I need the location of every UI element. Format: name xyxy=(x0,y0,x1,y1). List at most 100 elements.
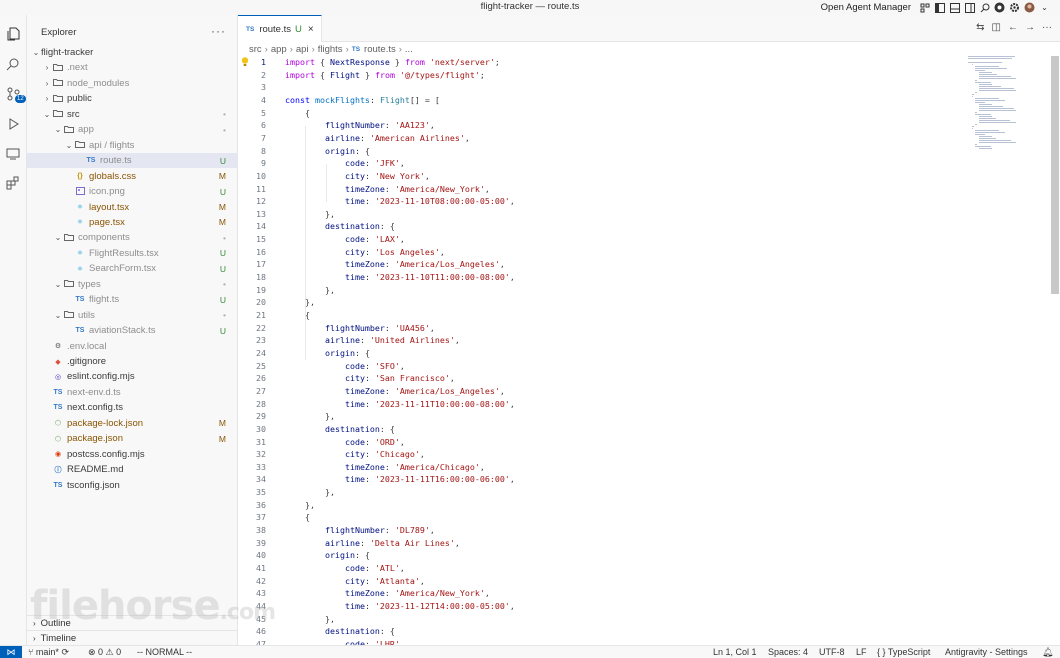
indentation[interactable]: Spaces: 4 xyxy=(768,647,808,657)
branch-indicator[interactable]: ⑂ main* ⟳ xyxy=(28,647,69,658)
gear-icon[interactable] xyxy=(1009,2,1020,13)
folder-item[interactable]: › .next xyxy=(27,60,238,75)
chevron-down-icon: ⌄ xyxy=(65,140,73,150)
breadcrumb-item[interactable]: src xyxy=(249,44,262,55)
file-item[interactable]: {} globals.css M xyxy=(27,169,238,184)
tree-item-label: node_modules xyxy=(67,77,130,89)
chevron-down-icon[interactable]: ⌄ xyxy=(1039,2,1050,13)
breadcrumb-item[interactable]: ... xyxy=(405,44,413,55)
lightbulb-icon[interactable] xyxy=(241,57,249,67)
file-type-icon: TS xyxy=(53,388,63,396)
tree-item-label: package.json xyxy=(67,433,123,445)
source-control-icon[interactable]: 12 xyxy=(5,86,26,103)
file-type-icon: ⓘ xyxy=(54,466,62,474)
arrow-right-icon[interactable]: → xyxy=(1025,22,1035,33)
line-number: 18 xyxy=(256,272,266,283)
file-item[interactable]: ⚛ FlightResults.tsx U xyxy=(27,246,238,261)
breadcrumb-item[interactable]: api xyxy=(296,44,309,55)
folder-item[interactable]: › node_modules xyxy=(27,76,238,91)
folder-item[interactable]: ⌄ src • xyxy=(27,107,238,122)
run-debug-icon[interactable] xyxy=(5,116,21,132)
file-item[interactable]: ◆ .gitignore xyxy=(27,354,238,369)
tree-item-label: types xyxy=(78,278,101,290)
file-item[interactable]: TS aviationStack.ts U xyxy=(27,323,238,338)
vertical-scrollbar[interactable] xyxy=(1050,56,1060,645)
folder-item[interactable]: ⌄ types • xyxy=(27,277,238,292)
folder-item[interactable]: ⌄ api / flights xyxy=(27,138,238,153)
tab-route-ts[interactable]: TS route.ts U × xyxy=(238,15,322,42)
avatar[interactable] xyxy=(1024,2,1035,13)
file-item[interactable]: ⬡ package-lock.json M xyxy=(27,416,238,431)
line-number: 32 xyxy=(256,449,266,460)
remote-explorer-icon[interactable] xyxy=(5,146,21,162)
folder-item[interactable]: ⌄ utils • xyxy=(27,308,238,323)
minimap[interactable] xyxy=(968,56,1048,176)
cursor-position[interactable]: Ln 1, Col 1 xyxy=(713,647,757,657)
minimap-line xyxy=(975,68,1008,69)
minimap-line xyxy=(975,92,978,93)
scrollbar-thumb[interactable] xyxy=(1051,56,1059,294)
file-type-icon: TS xyxy=(75,296,85,304)
customize-layout-icon[interactable] xyxy=(919,2,930,13)
toggle-secondary-sidebar-icon[interactable] xyxy=(964,2,975,13)
folder-item[interactable]: ⌄ flight-tracker xyxy=(27,45,238,60)
breadcrumb-item[interactable]: route.ts xyxy=(364,44,396,55)
problems-indicator[interactable]: ⊗ 0 ⚠ 0 xyxy=(88,647,121,658)
line-number: 35 xyxy=(256,487,266,498)
language-mode[interactable]: { } TypeScript xyxy=(877,647,930,657)
more-actions-icon[interactable]: ··· xyxy=(211,24,226,38)
open-agent-manager-button[interactable]: Open Agent Manager xyxy=(821,2,911,13)
more-actions-icon[interactable]: ··· xyxy=(1042,22,1052,33)
toggle-primary-sidebar-icon[interactable] xyxy=(934,2,945,13)
file-item[interactable]: ⚛ SearchForm.tsx U xyxy=(27,261,238,276)
file-item[interactable]: ⚛ page.tsx M xyxy=(27,215,238,230)
line-number: 28 xyxy=(256,398,266,409)
encoding[interactable]: UTF-8 xyxy=(819,647,845,657)
line-number: 6 xyxy=(261,120,266,131)
close-icon[interactable]: × xyxy=(308,24,314,35)
search-icon[interactable] xyxy=(5,56,21,72)
search-icon[interactable] xyxy=(979,2,990,13)
breadcrumb-item[interactable]: app xyxy=(271,44,287,55)
minimap-line xyxy=(971,96,973,97)
arrow-left-icon[interactable]: ← xyxy=(1008,22,1018,33)
file-item[interactable]: ⚙ .env.local xyxy=(27,339,238,354)
file-item[interactable]: TS route.ts U xyxy=(27,153,238,169)
toggle-panel-icon[interactable] xyxy=(949,2,960,13)
code-line: code: 'SFO', xyxy=(344,360,405,371)
file-item[interactable]: TS next.config.ts xyxy=(27,400,238,415)
file-item[interactable]: ⓘ README.md xyxy=(27,462,238,477)
code-line: const mockFlights: Flight[] = [ xyxy=(285,94,440,105)
timeline-section[interactable]: › Timeline xyxy=(27,630,238,645)
file-item[interactable]: TS next-env.d.ts xyxy=(27,385,238,400)
folder-item[interactable]: ⌄ components • xyxy=(27,230,238,245)
tree-item-label: next.config.ts xyxy=(67,402,123,414)
file-item[interactable]: TS tsconfig.json xyxy=(27,478,238,493)
code-line: timeZone: 'America/New_York', xyxy=(344,588,490,599)
split-editor-icon[interactable]: ◫ xyxy=(992,22,1001,33)
chevron-down-icon: ⌄ xyxy=(54,310,62,320)
file-item[interactable]: ⬡ package.json M xyxy=(27,431,238,446)
breadcrumb-item[interactable]: flights xyxy=(318,44,343,55)
tree-item-label: page.tsx xyxy=(89,216,125,228)
sync-icon[interactable] xyxy=(994,2,1005,13)
file-item[interactable]: ⚛ layout.tsx M xyxy=(27,200,238,215)
file-item[interactable]: ◎ eslint.config.mjs xyxy=(27,369,238,384)
minimap-line xyxy=(978,120,1010,121)
code-line: airline: 'United Airlines', xyxy=(324,335,460,346)
explorer-icon[interactable] xyxy=(5,26,21,42)
settings-indicator[interactable]: Antigravity - Settings xyxy=(945,647,1028,657)
remote-indicator-icon[interactable]: ⋈ xyxy=(0,646,22,658)
file-type-icon: ◉ xyxy=(54,451,62,459)
folder-item[interactable]: › public xyxy=(27,91,238,106)
tree-item-label: .gitignore xyxy=(67,356,107,367)
folder-item[interactable]: ⌄ app • xyxy=(27,122,238,137)
file-item[interactable]: ◉ postcss.config.mjs xyxy=(27,447,238,462)
end-of-line[interactable]: LF xyxy=(856,647,867,657)
file-item[interactable]: icon.png U xyxy=(27,184,238,199)
notifications-icon[interactable]: 🔔︎ xyxy=(1042,647,1053,658)
extensions-icon[interactable] xyxy=(5,175,21,191)
compare-icon[interactable]: ⇆ xyxy=(976,22,984,33)
file-item[interactable]: TS flight.ts U xyxy=(27,292,238,307)
code-editor[interactable]: 1 import { NextResponse } from 'next/serv… xyxy=(238,56,1048,645)
